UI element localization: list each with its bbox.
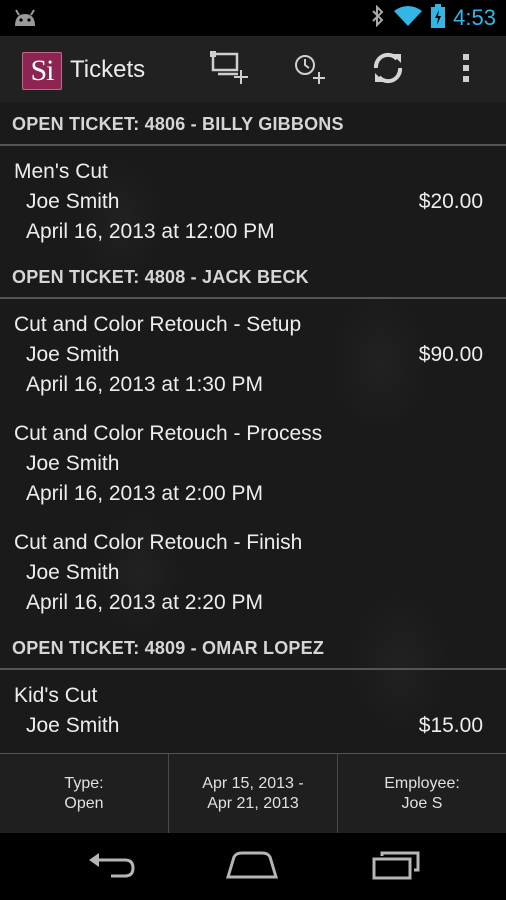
appointment-datetime: April 16, 2013 at 2:00 PM: [26, 482, 263, 505]
ticket-price: $90.00: [418, 343, 483, 366]
list-item[interactable]: Cut and Color Retouch - Setup Joe Smith …: [0, 299, 506, 408]
ticket-header-label: OPEN TICKET: 4808 - JACK BECK: [12, 267, 309, 287]
ticket-price: $20.00: [418, 190, 483, 213]
ticket-header-label: OPEN TICKET: 4806 - BILLY GIBBONS: [12, 114, 344, 134]
ticket-header[interactable]: OPEN TICKET: 4808 - JACK BECK: [0, 255, 506, 299]
employee-filter-label: Employee:: [384, 775, 460, 792]
employee-name: Joe Smith: [26, 190, 120, 213]
battery-icon: [431, 3, 446, 33]
android-notification-icon: [12, 8, 38, 33]
service-name: Cut and Color Retouch - Setup: [14, 313, 302, 336]
appointment-datetime: April 16, 2013 at 2:20 PM: [26, 591, 263, 614]
overflow-menu-button[interactable]: [444, 48, 488, 92]
navigation-bar: [0, 833, 506, 900]
date-range-start: Apr 15, 2013 -: [202, 775, 304, 792]
new-ticket-button[interactable]: [208, 48, 252, 92]
ticket-header[interactable]: OPEN TICKET: 4809 - OMAR LOPEZ: [0, 626, 506, 670]
type-filter-label: Type:: [64, 775, 104, 792]
recent-apps-button[interactable]: [366, 847, 426, 887]
list-item[interactable]: Kid's Cut Joe Smith $15.00: [0, 670, 506, 753]
employee-name: Joe Smith: [26, 452, 120, 475]
clock-time: 4:53: [453, 5, 496, 30]
home-button[interactable]: [222, 847, 282, 887]
refresh-button[interactable]: [366, 48, 410, 92]
refresh-icon: [368, 48, 408, 93]
employee-name: Joe Smith: [26, 561, 120, 584]
employee-filter-value: Joe S: [401, 795, 443, 812]
service-name: Men's Cut: [14, 160, 108, 183]
appointment-datetime: April 16, 2013 at 12:00 PM: [26, 220, 275, 243]
more-vert-icon: [461, 52, 471, 89]
app-logo[interactable]: Si: [22, 52, 62, 90]
service-name: Cut and Color Retouch - Process: [14, 422, 323, 445]
service-name: Cut and Color Retouch - Finish: [14, 531, 303, 554]
ticket-list[interactable]: OPEN TICKET: 4806 - BILLY GIBBONS Men's …: [0, 102, 506, 753]
ticket-header-label: OPEN TICKET: 4809 - OMAR LOPEZ: [12, 638, 325, 658]
ticket-price: $15.00: [418, 714, 483, 737]
appointment-datetime: April 16, 2013 at 1:30 PM: [26, 373, 263, 396]
list-item[interactable]: Men's Cut Joe Smith April 16, 2013 at 12…: [0, 146, 506, 255]
new-appointment-button[interactable]: [288, 48, 332, 92]
home-icon: [224, 851, 280, 884]
employee-name: Joe Smith: [26, 343, 120, 366]
employee-filter[interactable]: Employee: Joe S: [337, 754, 506, 834]
employee-name: Joe Smith: [26, 714, 120, 737]
bluetooth-icon: [371, 4, 385, 32]
date-range-filter[interactable]: Apr 15, 2013 - Apr 21, 2013: [168, 754, 337, 834]
clock-add-icon: [288, 48, 332, 93]
ticket-header[interactable]: OPEN TICKET: 4806 - BILLY GIBBONS: [0, 102, 506, 146]
date-range-end: Apr 21, 2013: [207, 795, 299, 812]
status-bar: 4:53: [0, 0, 506, 36]
action-bar: Si Tickets: [0, 36, 506, 103]
back-icon: [87, 851, 137, 884]
new-ticket-icon: [208, 48, 252, 93]
recent-apps-icon: [370, 850, 422, 885]
list-item[interactable]: Cut and Color Retouch - Finish Joe Smith…: [0, 517, 506, 626]
type-filter[interactable]: Type: Open: [0, 754, 168, 834]
back-button[interactable]: [82, 847, 142, 887]
wifi-icon: [393, 5, 423, 32]
type-filter-value: Open: [64, 795, 104, 812]
service-name: Kid's Cut: [14, 684, 98, 707]
list-item[interactable]: Cut and Color Retouch - Process Joe Smit…: [0, 408, 506, 517]
page-title: Tickets: [70, 56, 146, 83]
filter-bar: Type: Open Apr 15, 2013 - Apr 21, 2013 E…: [0, 753, 506, 834]
